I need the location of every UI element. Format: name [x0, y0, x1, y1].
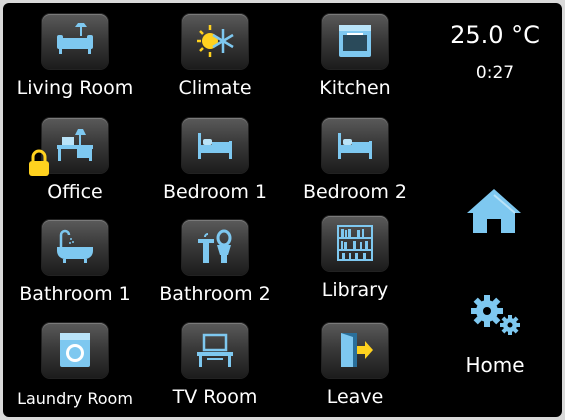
home-icon[interactable]	[465, 186, 523, 236]
tile-label: Bedroom 1	[162, 181, 268, 203]
icon-button-tv-room[interactable]	[182, 323, 248, 378]
tile-label: TV Room	[172, 386, 258, 408]
temperature-readout: 25.0 °C	[450, 21, 540, 49]
tile-tv-room[interactable]: TV Room	[145, 314, 285, 416]
tile-laundry-room[interactable]: Laundry Room	[5, 314, 145, 416]
tile-label: Bedroom 2	[302, 181, 408, 203]
icon-button-leave[interactable]	[322, 323, 388, 378]
icon-button-laundry-room[interactable]	[42, 323, 108, 378]
tv-icon	[197, 333, 233, 367]
tile-bathroom-1[interactable]: Bathroom 1	[5, 211, 145, 313]
lock-icon	[29, 149, 49, 176]
sofa-icon	[57, 23, 93, 54]
tile-kitchen[interactable]: Kitchen	[285, 5, 425, 107]
tile-label: Bathroom 2	[159, 283, 271, 305]
exit-door-icon	[341, 333, 373, 367]
tile-label: Library	[321, 279, 389, 301]
icon-button-climate[interactable]	[182, 14, 248, 69]
touch-panel: Living Room Climate Kitchen Office Bedro…	[3, 3, 562, 417]
icon-button-kitchen[interactable]	[322, 14, 388, 69]
tile-label: Living Room	[16, 77, 134, 99]
oven-icon	[339, 25, 371, 57]
tile-label: Office	[47, 181, 103, 203]
tile-label: Bathroom 1	[19, 283, 131, 305]
icon-button-office[interactable]	[42, 118, 108, 173]
tile-climate[interactable]: Climate	[145, 5, 285, 107]
toilet-icon	[198, 229, 232, 263]
tile-living-room[interactable]: Living Room	[5, 5, 145, 107]
clock-readout: 0:27	[475, 63, 515, 83]
icon-button-bedroom-1[interactable]	[182, 118, 248, 173]
desk-icon	[57, 129, 93, 161]
tile-bathroom-2[interactable]: Bathroom 2	[145, 211, 285, 313]
tile-bedroom-1[interactable]: Bedroom 1	[145, 109, 285, 211]
tile-office[interactable]: Office	[5, 109, 145, 211]
home-label[interactable]: Home	[435, 353, 555, 377]
icon-button-bathroom-2[interactable]	[182, 220, 248, 275]
tile-library[interactable]: Library	[285, 207, 425, 309]
icon-button-bedroom-2[interactable]	[322, 118, 388, 173]
washing-machine-icon	[60, 333, 90, 367]
tile-leave[interactable]: Leave	[285, 314, 425, 416]
tile-label: Climate	[178, 77, 252, 99]
tile-label: Leave	[326, 386, 384, 408]
icon-button-bathroom-1[interactable]	[42, 220, 108, 275]
tile-label: Kitchen	[319, 77, 391, 99]
bathtub-icon	[57, 229, 93, 263]
bed-icon	[198, 133, 232, 159]
bookshelf-icon	[337, 225, 373, 261]
bed-icon	[338, 133, 372, 159]
climate-icon	[197, 25, 234, 57]
tile-label: Laundry Room	[17, 389, 133, 408]
icon-button-living-room[interactable]	[42, 14, 108, 69]
tile-bedroom-2[interactable]: Bedroom 2	[285, 109, 425, 211]
gear-icon[interactable]	[465, 291, 527, 339]
icon-button-library[interactable]	[322, 216, 388, 271]
